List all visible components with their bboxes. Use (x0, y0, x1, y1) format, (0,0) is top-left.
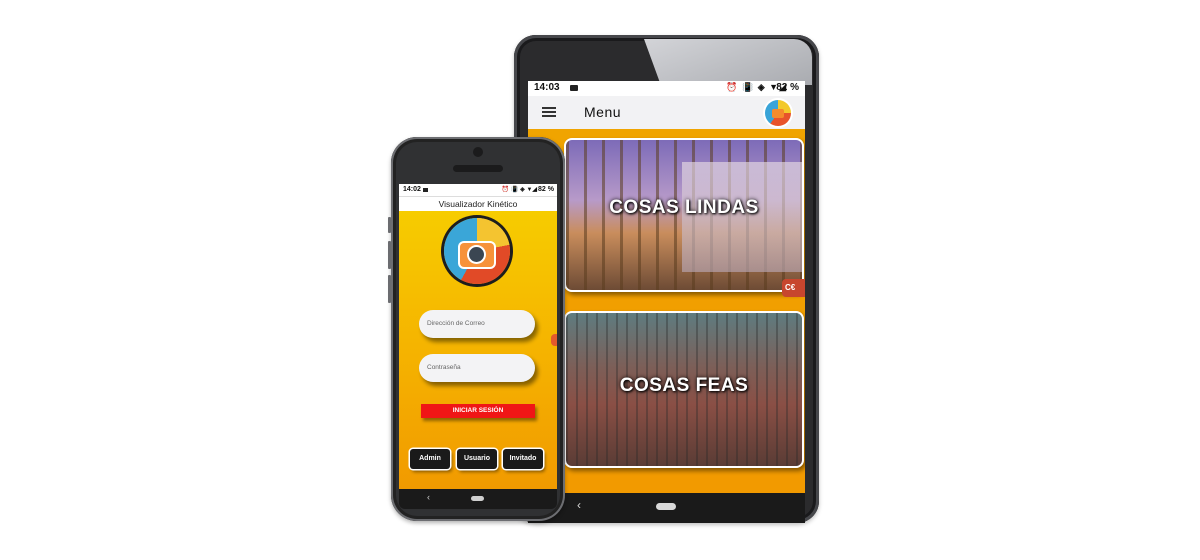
phone-app-bar: Visualizador Kinético (399, 196, 557, 211)
battery-level: 82 % (538, 186, 554, 193)
card-label: COSAS LINDAS (609, 197, 759, 218)
tablet-status-bar: 14:03 ⏰ 📳 ◈ ▼◢ 82 % (528, 81, 805, 96)
home-icon[interactable] (471, 496, 484, 501)
side-button (388, 217, 391, 233)
front-camera (473, 147, 483, 157)
tablet-app-bar: Menu (528, 96, 805, 129)
invitado-button[interactable]: Invitado (503, 449, 543, 469)
battery-level: 82 % (776, 82, 799, 93)
video-camera-icon (570, 85, 578, 91)
card-cosas-feas[interactable]: COSAS FEAS (564, 311, 804, 468)
status-time: 14:03 (534, 82, 560, 93)
status-time: 14:02 (403, 186, 421, 193)
email-field[interactable]: Dirección de Correo (419, 310, 535, 338)
page-title: Menu (584, 104, 622, 120)
login-button[interactable]: INICIAR SESIÓN (421, 404, 535, 418)
edge-chip[interactable]: C€ (782, 279, 805, 297)
camera-logo-icon (444, 218, 510, 284)
phone-status-bar: 14:02 ⏰ 📳 ◈ ▼◢ 82 % (399, 184, 557, 196)
phone-device: 14:02 ⏰ 📳 ◈ ▼◢ 82 % Visualizador Kinétic… (388, 137, 565, 521)
tablet-glare (644, 39, 812, 85)
speaker-grille (453, 165, 503, 172)
tablet-screen: 14:03 ⏰ 📳 ◈ ▼◢ 82 % Menu COSAS LINDAS C€… (528, 81, 805, 493)
back-icon[interactable]: ‹ (577, 498, 581, 512)
camera-logo-icon (765, 100, 791, 126)
home-icon[interactable] (656, 503, 676, 510)
side-button (388, 275, 391, 303)
status-icons: ⏰ 📳 ◈ ▼◢ (501, 187, 537, 193)
admin-button[interactable]: Admin (410, 449, 450, 469)
phone-screen: 14:02 ⏰ 📳 ◈ ▼◢ 82 % Visualizador Kinétic… (399, 184, 557, 489)
phone-nav-bar: ‹ (399, 489, 557, 509)
video-camera-icon (423, 188, 428, 192)
camera-lens (469, 247, 484, 262)
back-icon[interactable]: ‹ (427, 492, 430, 502)
tablet-nav-bar: ‹ (528, 493, 805, 523)
side-button (388, 241, 391, 269)
password-field[interactable]: Contraseña (419, 354, 535, 382)
hamburger-icon[interactable] (542, 107, 556, 117)
card-cosas-lindas[interactable]: COSAS LINDAS (564, 138, 804, 292)
card-label: COSAS FEAS (619, 375, 749, 396)
usuario-button[interactable]: Usuario (457, 449, 497, 469)
edge-chip[interactable] (551, 334, 557, 346)
